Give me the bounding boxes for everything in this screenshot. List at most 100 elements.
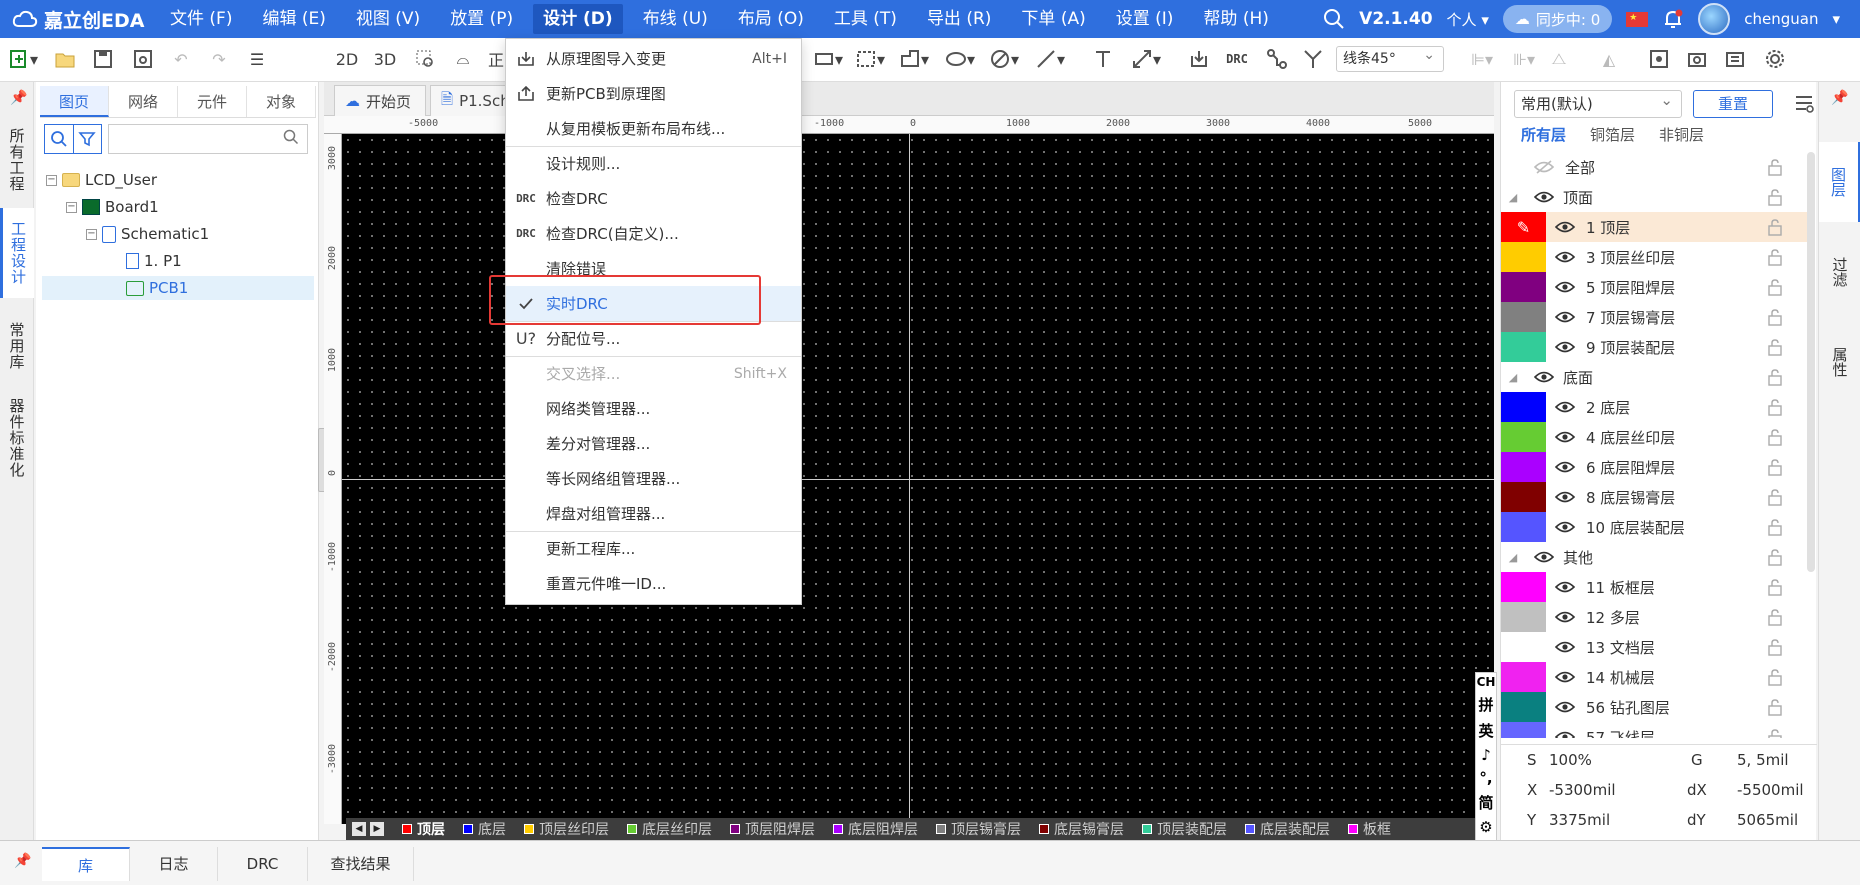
drc-button[interactable]: DRC [1224,46,1250,72]
tab-drc[interactable]: DRC [218,847,308,881]
layer-row[interactable]: 10 底层装配层 [1501,512,1807,542]
design-menu-item-11[interactable]: 差分对管理器... [506,426,801,461]
design-menu-item-12[interactable]: 等长网络组管理器... [506,461,801,496]
ime-button[interactable]: 英 [1478,720,1493,741]
redo-icon[interactable]: ↷ [206,46,232,72]
rect-tool-icon[interactable]: ▾ [810,46,846,72]
dimension-tool-icon[interactable]: ▾ [1128,46,1164,72]
lock-icon[interactable] [1765,667,1785,687]
eye-icon[interactable] [1554,336,1576,358]
route-icon[interactable] [1264,46,1290,72]
lock-icon[interactable] [1765,247,1785,267]
scrollbar[interactable] [1807,152,1815,572]
search-icon[interactable] [1323,8,1345,30]
menu-item-7[interactable]: 工具 (T) [824,4,907,34]
design-menu-item-3[interactable]: 设计规则... [506,146,801,181]
layer-strip-item[interactable]: 底层阻焊层 [833,819,918,839]
layer-color-swatch[interactable] [1501,422,1546,452]
lock-icon[interactable] [1765,157,1785,177]
view-2d-button[interactable]: 2D [334,46,360,72]
ime-button[interactable]: ♪ [1481,746,1491,764]
zoom-select-icon[interactable] [412,46,438,72]
tree-node-board[interactable]: − Board1 [66,195,159,219]
layer-strip-item[interactable]: 底层丝印层 [627,819,712,839]
design-menu-item-4[interactable]: DRC 检查DRC [506,181,801,216]
eye-icon[interactable] [1554,666,1576,688]
layer-color-swatch[interactable] [1501,302,1546,332]
export-icon[interactable] [1646,46,1672,72]
ime-button[interactable]: °, [1479,769,1492,787]
tab-log[interactable]: 日志 [130,847,218,881]
lock-icon[interactable] [1765,337,1785,357]
tab-nets[interactable]: 网络 [109,86,178,117]
layer-group-row[interactable]: ◢ 其他 [1501,542,1807,572]
bell-icon[interactable] [1662,8,1684,30]
ime-button[interactable]: CH [1477,675,1496,689]
project-search-input[interactable] [108,124,308,154]
tree-node-project[interactable]: − LCD_User [46,168,157,192]
lock-icon[interactable] [1765,697,1785,717]
import-change-icon[interactable] [1186,46,1212,72]
layer-color-swatch[interactable] [1501,242,1546,272]
eye-icon[interactable] [1554,396,1576,418]
menu-item-4[interactable]: 设计 (D) [533,4,623,34]
menu-item-2[interactable]: 视图 (V) [346,4,430,34]
tab-component-standard[interactable]: 器件标准化 [0,392,34,484]
eye-icon[interactable] [1554,696,1576,718]
eye-icon[interactable] [1533,546,1555,568]
eye-icon[interactable] [1533,186,1555,208]
tab-copper-layers[interactable]: 铜箔层 [1590,124,1635,145]
menu-item-1[interactable]: 编辑 (E) [252,4,335,34]
language-flag-icon[interactable] [1626,11,1649,27]
layer-row[interactable]: 4 底层丝印层 [1501,422,1807,452]
view-3d-button[interactable]: 3D [372,46,398,72]
layer-color-swatch[interactable] [1501,482,1546,512]
layer-all-row[interactable]: 全部 [1501,152,1807,182]
pin-icon[interactable]: 📌 [1831,90,1848,106]
lock-icon[interactable] [1765,307,1785,327]
eye-icon[interactable] [1554,306,1576,328]
eye-icon[interactable] [1554,246,1576,268]
eye-icon[interactable] [1554,726,1576,738]
eye-icon[interactable] [1554,216,1576,238]
layer-row[interactable]: 7 顶层锡膏层 [1501,302,1807,332]
design-menu-item-0[interactable]: 从原理图导入变更 Alt+I [506,41,801,76]
layer-row[interactable]: 8 底层锡膏层 [1501,482,1807,512]
ime-button[interactable]: 简 [1478,792,1493,813]
tab-library[interactable]: 库 [42,847,130,881]
menu-item-9[interactable]: 下单 (A) [1011,4,1095,34]
collapse-icon[interactable]: − [66,201,77,213]
gear-icon[interactable] [1762,46,1788,72]
tab-common-library[interactable]: 常用库 [0,308,34,384]
eye-off-icon[interactable] [1533,156,1555,178]
order-icon[interactable] [1722,46,1748,72]
chevron-down-icon[interactable]: ▾ [1832,10,1840,28]
flip-icon[interactable]: ◭ [1596,46,1622,72]
menu-item-0[interactable]: 文件 (F) [160,4,242,34]
eye-icon[interactable] [1554,426,1576,448]
design-menu-item-14[interactable]: 更新工程库... [506,531,801,566]
design-menu-item-1[interactable]: 更新PCB到原理图 [506,76,801,111]
ellipse-tool-icon[interactable]: ▾ [942,46,978,72]
lock-icon[interactable] [1765,277,1785,297]
eye-icon[interactable] [1533,366,1555,388]
eye-icon[interactable] [1554,276,1576,298]
lock-icon[interactable] [1765,367,1785,387]
tree-node-page[interactable]: 1. P1 [126,249,182,273]
layer-settings-icon[interactable] [1793,92,1815,118]
design-menu-item-8[interactable]: U? 分配位号... [506,321,801,356]
tab-search-results[interactable]: 查找结果 [308,847,414,881]
layer-color-swatch[interactable] [1501,452,1546,482]
tab-filter[interactable]: 过滤 [1819,232,1860,312]
eye-icon[interactable] [1554,486,1576,508]
distribute-icon[interactable]: ⊪▾ [1506,46,1542,72]
layer-strip-item[interactable]: 顶层装配层 [1142,819,1227,839]
tab-all-projects[interactable]: 所有工程 [0,122,34,198]
tab-pages[interactable]: 图页 [40,86,109,117]
lock-icon[interactable] [1765,517,1785,537]
lock-icon[interactable] [1765,487,1785,507]
design-menu-item-15[interactable]: 重置元件唯一ID... [506,566,801,601]
layer-strip-item[interactable]: 底层装配层 [1245,819,1330,839]
tab-start-page[interactable]: ☁ 开始页 [334,85,426,116]
layer-row[interactable]: 6 底层阻焊层 [1501,452,1807,482]
